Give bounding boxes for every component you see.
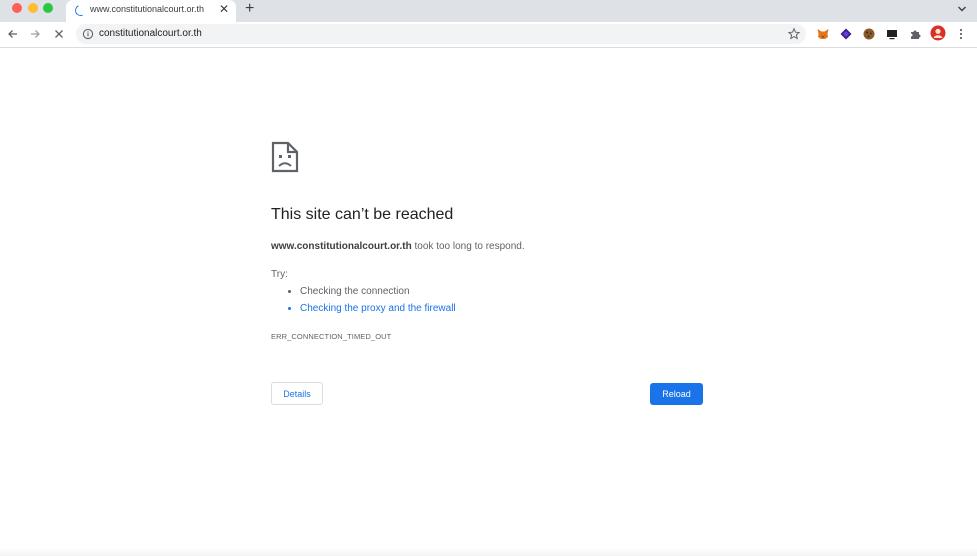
purple-diamond-icon[interactable] [839,27,853,41]
arrow-forward-icon[interactable] [28,27,42,41]
tab-title: www.constitutionalcourt.or.th [90,4,205,14]
tab-close-icon[interactable]: ✕ [219,2,229,16]
new-tab-button[interactable]: + [245,0,254,18]
window-maximize-button[interactable] [43,3,53,13]
stop-loading-icon[interactable] [52,27,66,41]
info-icon[interactable] [82,28,94,40]
error-code: ERR_CONNECTION_TIMED_OUT [271,332,392,341]
browser-toolbar: constitutionalcourt.or.th [0,22,977,48]
monitor-icon[interactable] [885,27,899,41]
suggestion-check-connection: Checking the connection [300,282,456,299]
details-button[interactable]: Details [271,382,323,405]
kebab-menu-icon[interactable] [954,27,968,41]
loading-spinner-icon [73,3,88,18]
error-description: www.constitutionalcourt.or.th took too l… [271,241,525,252]
tab-search-chevron-icon[interactable] [957,4,967,14]
window-bottom-edge [0,548,977,556]
error-description-suffix: took too long to respond. [411,241,525,252]
puzzle-piece-icon[interactable] [908,27,922,41]
window-close-button[interactable] [12,3,22,13]
address-bar[interactable]: constitutionalcourt.or.th [76,24,806,44]
sad-page-icon [271,141,299,173]
reload-button[interactable]: Reload [650,383,703,405]
window-minimize-button[interactable] [28,3,38,13]
tab-strip: www.constitutionalcourt.or.th ✕ + [0,0,977,22]
url-text[interactable]: constitutionalcourt.or.th [99,28,202,39]
browser-tab[interactable]: www.constitutionalcourt.or.th ✕ [66,0,236,22]
suggestion-check-proxy-link[interactable]: Checking the proxy and the firewall [300,299,456,316]
metamask-fox-icon[interactable] [816,27,830,41]
cookie-icon[interactable] [862,27,876,41]
error-title: This site can’t be reached [271,206,454,223]
bookmark-star-icon[interactable] [787,27,801,41]
error-host: www.constitutionalcourt.or.th [271,241,412,252]
arrow-back-icon[interactable] [6,27,20,41]
profile-avatar-icon[interactable] [930,25,946,41]
try-label: Try: [271,269,288,280]
suggestion-list: Checking the connection Checking the pro… [272,282,456,316]
